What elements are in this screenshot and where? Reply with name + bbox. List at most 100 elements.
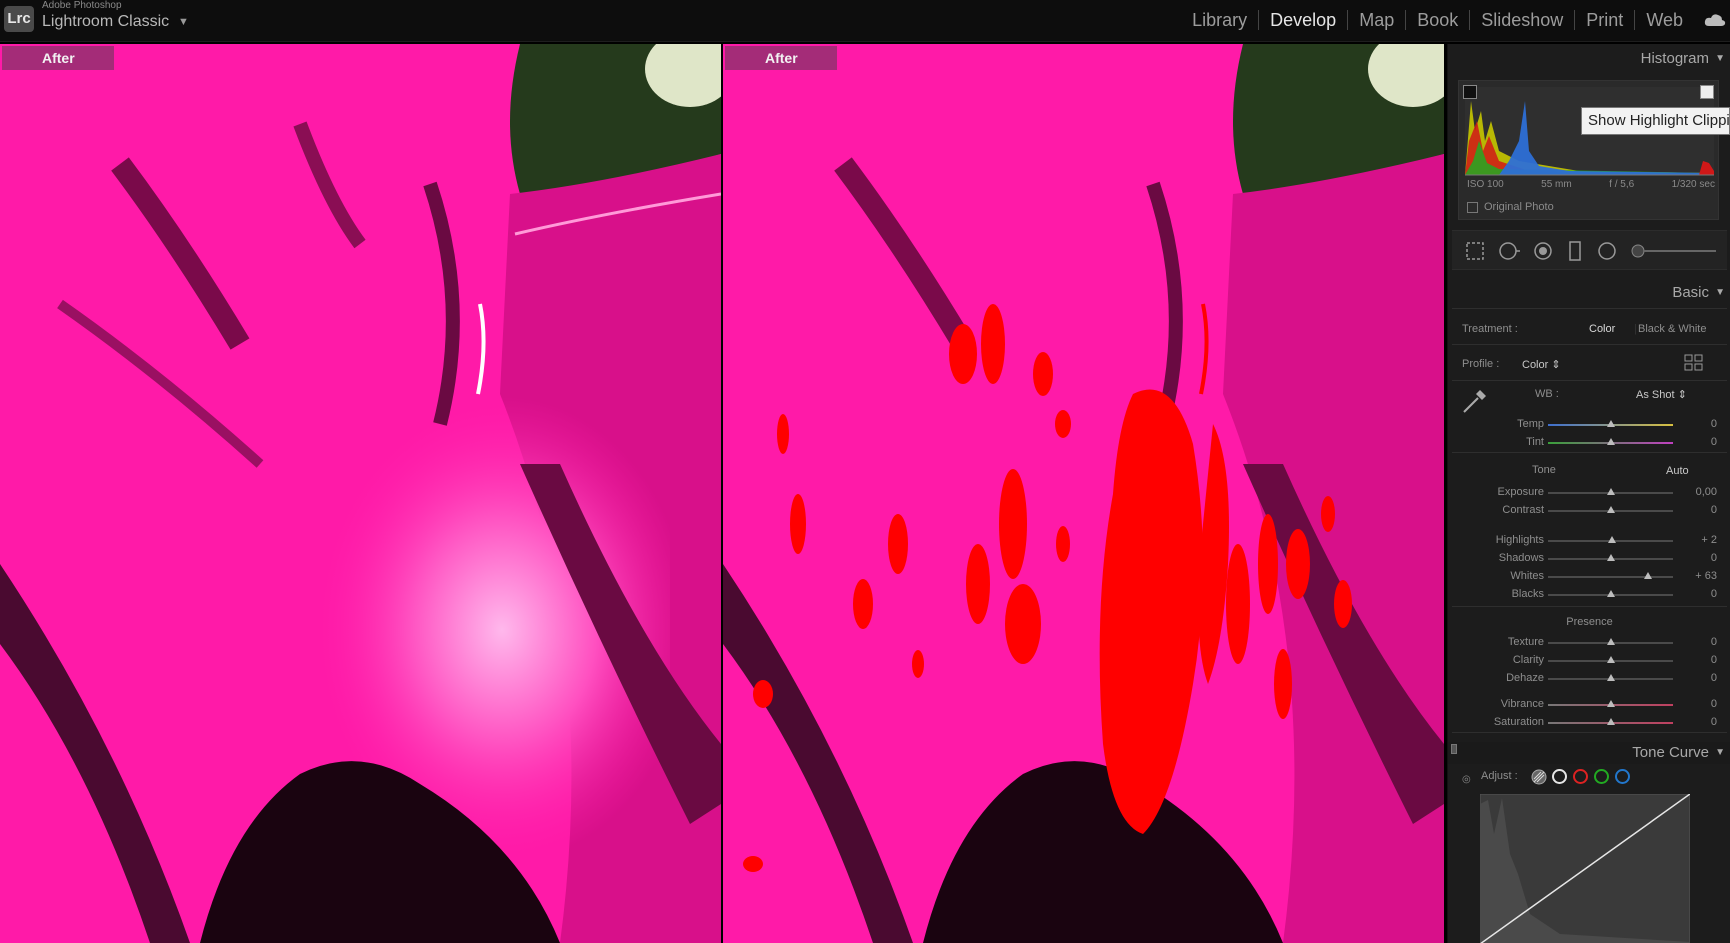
wb-eyedropper-icon[interactable]: [1460, 386, 1490, 416]
vibrance-value[interactable]: 0: [1711, 698, 1717, 710]
blacks-slider-row: Blacks 0: [1448, 586, 1730, 604]
profile-browser-grid-icon[interactable]: [1684, 354, 1704, 372]
texture-slider-row: Texture 0: [1448, 634, 1730, 652]
highlights-value[interactable]: + 2: [1701, 534, 1717, 546]
saturation-slider-thumb[interactable]: [1606, 718, 1615, 725]
adjustment-brush-icon[interactable]: [1630, 240, 1720, 262]
contrast-slider-row: Contrast 0: [1448, 502, 1730, 520]
target-adjust-icon[interactable]: ◎: [1462, 774, 1471, 785]
top-bar: Lrc Adobe Photoshop Lightroom Classic ▼ …: [0, 0, 1730, 42]
divider: [1452, 606, 1727, 607]
shadows-slider-thumb[interactable]: [1606, 554, 1615, 561]
dehaze-value[interactable]: 0: [1711, 672, 1717, 684]
exposure-slider-thumb[interactable]: [1606, 488, 1615, 495]
app-brand[interactable]: Adobe Photoshop Lightroom Classic: [42, 0, 169, 32]
module-map[interactable]: Map: [1348, 10, 1405, 31]
shadows-label: Shadows: [1498, 552, 1544, 564]
saturation-value[interactable]: 0: [1711, 716, 1717, 728]
profile-dropdown[interactable]: Color ⇕: [1522, 358, 1561, 371]
dehaze-slider-row: Dehaze 0: [1448, 670, 1730, 688]
highlight-clipping-tooltip: Show Highlight Clipping: [1581, 107, 1730, 135]
collapse-triangle-icon[interactable]: ▼: [1715, 53, 1725, 64]
texture-slider-thumb[interactable]: [1606, 638, 1615, 645]
point-curve-red-icon[interactable]: [1573, 769, 1588, 784]
wb-value: As Shot: [1636, 389, 1675, 401]
view-label-left: After: [2, 46, 114, 70]
tint-slider-thumb[interactable]: [1606, 438, 1615, 445]
highlights-slider-thumb[interactable]: [1607, 536, 1616, 543]
original-photo-checkbox[interactable]: [1467, 201, 1478, 213]
exif-shutter: 1/320 sec: [1671, 179, 1715, 190]
point-curve-green-icon[interactable]: [1594, 769, 1609, 784]
photo-view-left[interactable]: After: [0, 44, 721, 943]
whites-slider-thumb[interactable]: [1644, 572, 1652, 579]
divider: [1452, 344, 1727, 345]
view-label-text: After: [42, 50, 75, 66]
tone-curve-graph[interactable]: [1480, 794, 1690, 943]
module-library[interactable]: Library: [1181, 10, 1258, 31]
exposure-value[interactable]: 0,00: [1696, 486, 1717, 498]
temp-slider-thumb[interactable]: [1606, 420, 1615, 427]
clarity-value[interactable]: 0: [1711, 654, 1717, 666]
photo-view-right[interactable]: After: [723, 44, 1444, 943]
tint-value[interactable]: 0: [1711, 436, 1717, 448]
original-photo-toggle[interactable]: Original Photo: [1467, 201, 1554, 213]
point-curve-blue-icon[interactable]: [1615, 769, 1630, 784]
tint-label: Tint: [1526, 436, 1544, 448]
view-label-right: After: [725, 46, 837, 70]
exif-focal: 55 mm: [1541, 179, 1572, 190]
module-develop[interactable]: Develop: [1259, 10, 1347, 31]
temp-value[interactable]: 0: [1711, 418, 1717, 430]
treatment-color-option[interactable]: Color: [1589, 323, 1615, 335]
blacks-value[interactable]: 0: [1711, 588, 1717, 600]
whites-label: Whites: [1510, 570, 1544, 582]
wb-label: WB :: [1535, 388, 1559, 400]
cloud-sync-icon[interactable]: [1704, 13, 1726, 27]
basic-panel-header[interactable]: Basic ▼: [1448, 278, 1730, 306]
module-book[interactable]: Book: [1406, 10, 1469, 31]
red-eye-icon[interactable]: [1532, 240, 1554, 262]
treatment-label: Treatment :: [1462, 323, 1518, 335]
crop-overlay-icon[interactable]: [1464, 240, 1486, 262]
profile-label: Profile :: [1462, 358, 1500, 370]
app-name: Lightroom Classic: [42, 13, 170, 30]
profile-value: Color: [1522, 359, 1549, 371]
tone-curve-header[interactable]: Tone Curve ▼: [1448, 738, 1730, 766]
histogram-display[interactable]: ISO 100 55 mm f / 5,6 1/320 sec Original…: [1458, 80, 1719, 220]
blacks-label: Blacks: [1511, 588, 1544, 600]
divider: [1452, 732, 1727, 733]
module-web[interactable]: Web: [1635, 10, 1694, 31]
shadow-clipping-button[interactable]: [1463, 85, 1477, 99]
contrast-slider-thumb[interactable]: [1606, 506, 1615, 513]
tint-slider-row: Tint 0: [1448, 434, 1730, 452]
spot-removal-icon[interactable]: [1498, 240, 1520, 262]
basic-panel-title: Basic: [1672, 283, 1709, 301]
point-curve-rgb-icon[interactable]: [1552, 769, 1567, 784]
clarity-label: Clarity: [1512, 654, 1544, 666]
texture-label: Texture: [1507, 636, 1544, 648]
module-print[interactable]: Print: [1575, 10, 1634, 31]
highlight-clipping-button[interactable]: [1700, 85, 1714, 99]
histogram-header[interactable]: Histogram ▼: [1448, 44, 1730, 72]
vibrance-slider-thumb[interactable]: [1606, 700, 1615, 707]
texture-value[interactable]: 0: [1711, 636, 1717, 648]
treatment-bw-option[interactable]: Black & White: [1638, 323, 1706, 335]
whites-value[interactable]: + 63: [1695, 570, 1717, 582]
contrast-value[interactable]: 0: [1711, 504, 1717, 516]
module-slideshow[interactable]: Slideshow: [1470, 10, 1574, 31]
radial-filter-icon[interactable]: [1596, 240, 1618, 262]
vibrance-label: Vibrance: [1500, 698, 1544, 710]
dehaze-slider-thumb[interactable]: [1606, 674, 1615, 681]
clarity-slider-thumb[interactable]: [1606, 656, 1615, 663]
wb-dropdown[interactable]: As Shot ⇕: [1636, 388, 1687, 401]
collapse-triangle-icon[interactable]: ▼: [1715, 747, 1725, 758]
whites-slider-track[interactable]: [1548, 576, 1673, 578]
shadows-value[interactable]: 0: [1711, 552, 1717, 564]
collapse-triangle-icon[interactable]: ▼: [1715, 287, 1725, 298]
blacks-slider-thumb[interactable]: [1606, 590, 1615, 597]
graduated-filter-icon[interactable]: [1564, 240, 1586, 262]
auto-tone-button[interactable]: Auto: [1660, 464, 1695, 478]
identity-plate-dropdown-icon[interactable]: ▼: [178, 16, 189, 28]
exposure-slider-row: Exposure 0,00: [1448, 484, 1730, 502]
parametric-curve-icon[interactable]: [1530, 768, 1548, 786]
